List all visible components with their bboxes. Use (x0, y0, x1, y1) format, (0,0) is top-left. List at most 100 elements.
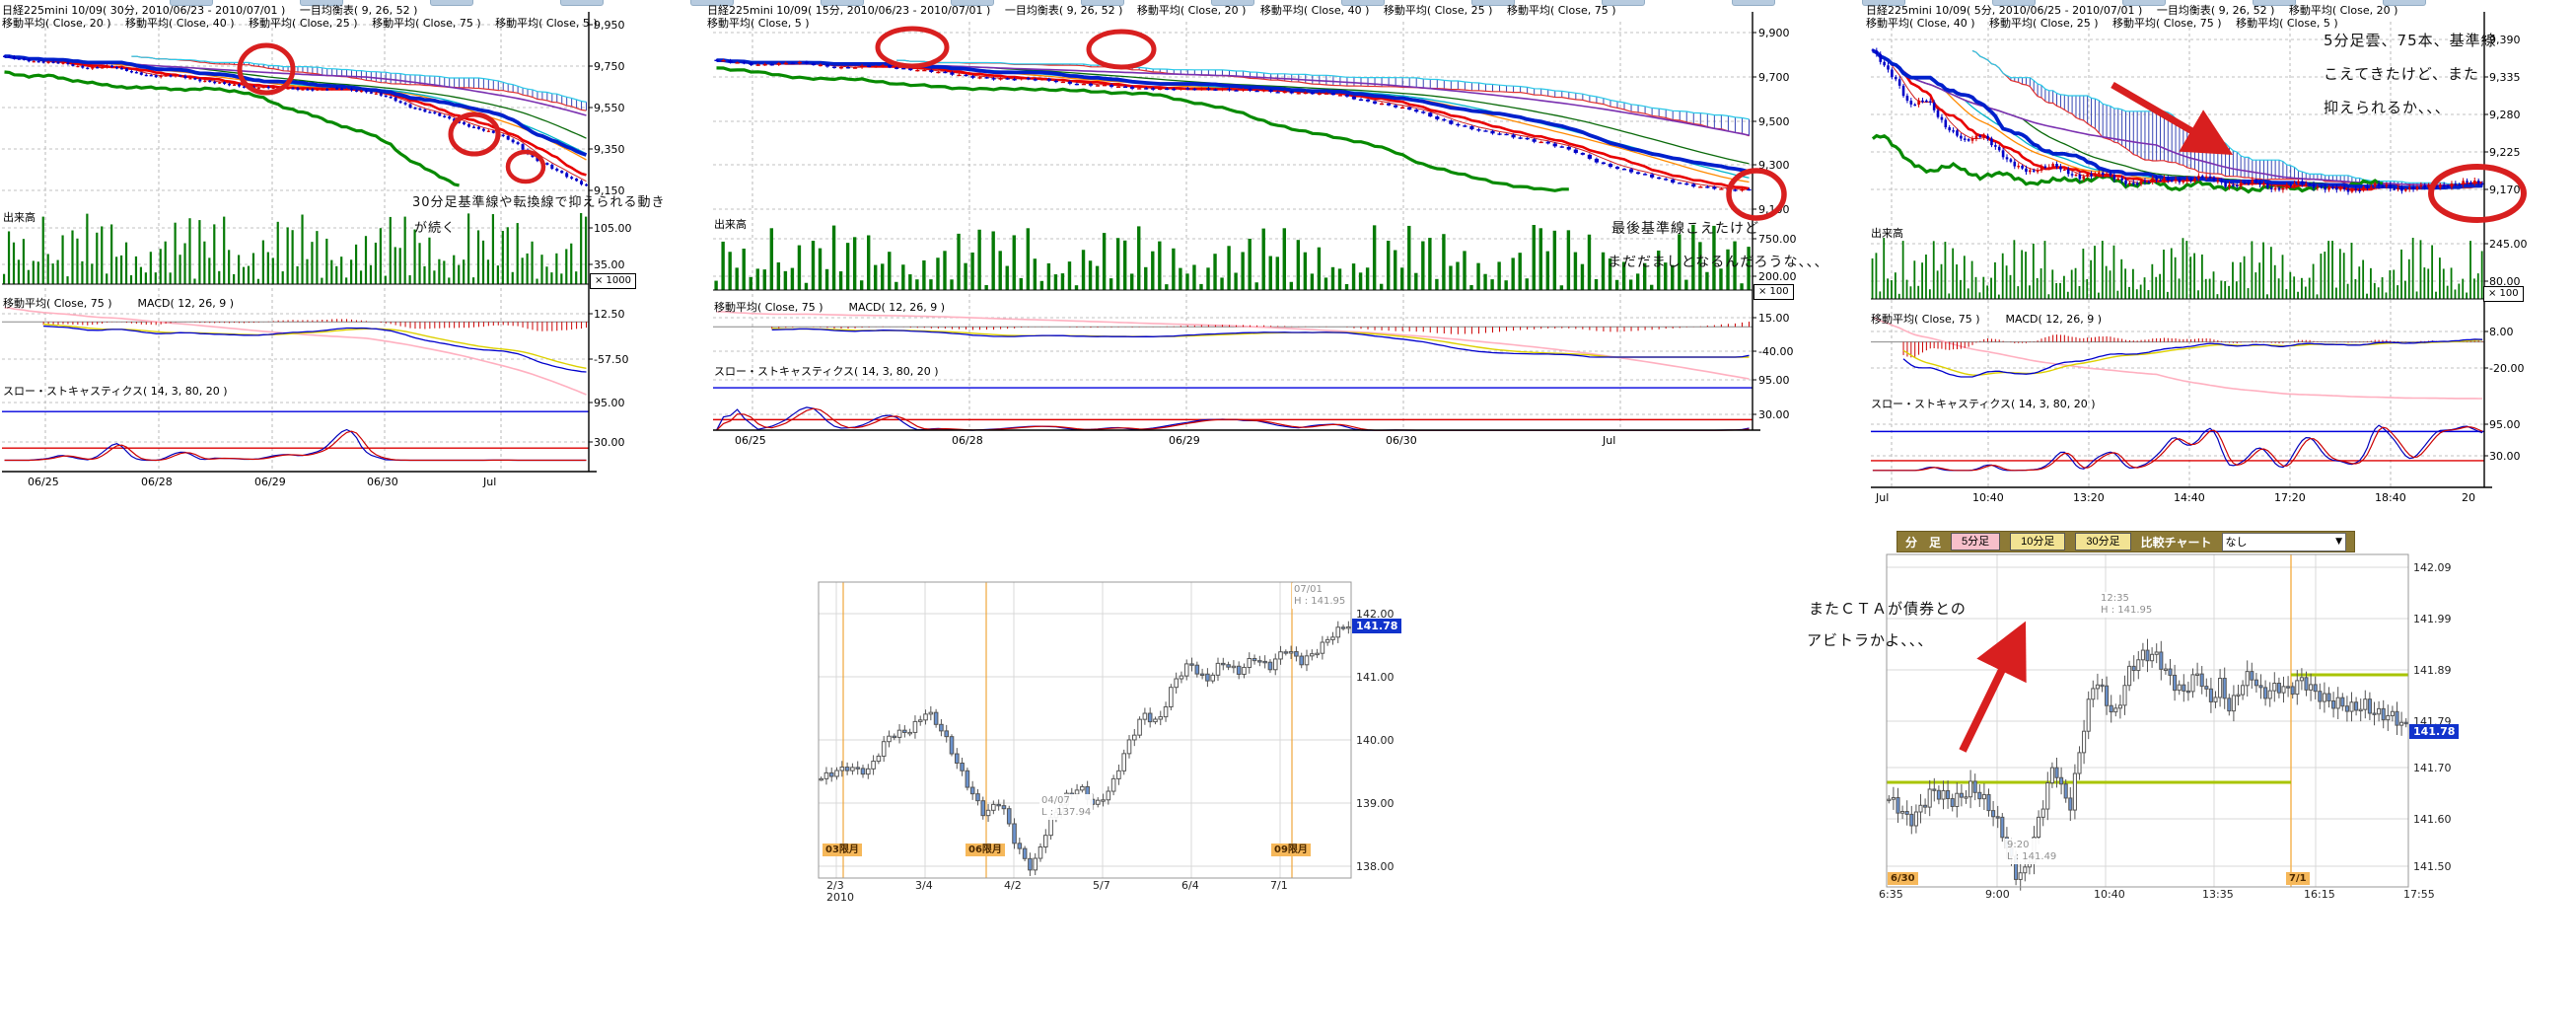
note-30min-line1: 30分足基準線や転換線で抑えられる動き (412, 191, 666, 210)
stoch-panel-label: スロー・ストキャスティクス( 14, 3, 80, 20 ) (714, 363, 939, 379)
svg-text:141.00: 141.00 (1356, 671, 1395, 684)
macd-panel-labels: 移動平均( Close, 75 ) MACD( 12, 26, 9 ) (714, 299, 970, 315)
svg-text:9,300: 9,300 (1758, 159, 1790, 172)
svg-text:6:35: 6:35 (1879, 888, 1903, 901)
stoch-panel-label: スロー・ストキャスティクス( 14, 3, 80, 20 ) (1871, 396, 2096, 411)
macd-ma-label: 移動平均( Close, 75 ) (1871, 313, 1980, 326)
session-label-630: 6/30 (1888, 872, 1918, 885)
svg-text:06/30: 06/30 (367, 476, 398, 488)
low-tooltip: 04/07 L : 137.94 (1039, 794, 1093, 820)
svg-text:95.00: 95.00 (594, 397, 625, 409)
svg-text:139.00: 139.00 (1356, 797, 1395, 810)
svg-text:141.50: 141.50 (2413, 860, 2452, 873)
volume-multiplier-box: × 100 (1753, 284, 1794, 300)
svg-text:06/29: 06/29 (254, 476, 286, 488)
svg-text:9,700: 9,700 (1758, 71, 1790, 84)
note-15min-line2: まだだましとなるんだろうな、、、 (1608, 252, 1828, 271)
chart-header-line2: 移動平均( Close, 20 ) 移動平均( Close, 40 ) 移動平均… (2, 15, 639, 31)
svg-text:06/30: 06/30 (1386, 434, 1417, 447)
svg-text:750.00: 750.00 (1758, 233, 1797, 246)
svg-text:9,750: 9,750 (594, 60, 625, 73)
svg-text:9,170: 9,170 (2489, 184, 2521, 196)
svg-text:200.00: 200.00 (1758, 270, 1797, 283)
svg-text:9,280: 9,280 (2489, 109, 2521, 121)
svg-text:17:55: 17:55 (2403, 888, 2435, 901)
svg-text:06/29: 06/29 (1169, 434, 1200, 447)
svg-text:06/25: 06/25 (735, 434, 766, 447)
svg-text:5/7: 5/7 (1093, 879, 1110, 892)
note-5min-line2: こえてきたけど、また (2324, 63, 2479, 84)
svg-text:141.60: 141.60 (2413, 813, 2452, 826)
chart-nikkei-30min: 9,9509,7509,5509,3509,150105.0035.0012.5… (0, 0, 643, 509)
note-bond-line2: アビトラかよ、、、 (1807, 629, 1933, 650)
svg-text:2010: 2010 (826, 891, 854, 904)
svg-text:9:00: 9:00 (1985, 888, 2010, 901)
svg-text:141.70: 141.70 (2413, 762, 2452, 774)
chart-bond-intraday: 分 足 5分足 10分足 30分足 比較チャート なし ▼ 142.09141.… (1805, 531, 2495, 929)
volume-panel-label: 出来高 (1871, 225, 1903, 241)
svg-text:95.00: 95.00 (2489, 418, 2521, 431)
svg-text:140.00: 140.00 (1356, 734, 1395, 747)
svg-text:Jul: Jul (1602, 434, 1615, 447)
svg-text:Jul: Jul (482, 476, 496, 488)
svg-text:Jul: Jul (1875, 491, 1889, 504)
low-tooltip-value: L : 137.94 (1041, 807, 1091, 819)
svg-text:3/4: 3/4 (915, 879, 933, 892)
svg-text:9,350: 9,350 (594, 143, 625, 156)
svg-text:9,100: 9,100 (1758, 203, 1790, 216)
macd-label: MACD( 12, 26, 9 ) (849, 301, 946, 314)
high-tooltip-time: 12:35 (2101, 593, 2152, 605)
chart-bond-daily: 142.00141.00140.00139.00138.002/33/44/25… (817, 577, 1398, 922)
stoch-panel-label: スロー・ストキャスティクス( 14, 3, 80, 20 ) (3, 383, 228, 399)
last-price-badge: 141.78 (1352, 619, 1401, 633)
high-tooltip-value: H : 141.95 (2101, 605, 2152, 617)
note-5min-line3: 抑えられるか、、、 (2324, 97, 2451, 117)
macd-panel-labels: 移動平均( Close, 75 )MACD( 12, 26, 9 ) (1871, 311, 2127, 327)
high-tooltip: 12:35 H : 141.95 (2099, 592, 2154, 618)
volume-multiplier-box: × 1000 (590, 273, 636, 289)
screenshot-canvas: 9,9509,7509,5509,3509,150105.0035.0012.5… (0, 0, 2576, 1028)
chart-bond-daily-plot[interactable]: 142.00141.00140.00139.00138.002/33/44/25… (817, 577, 1398, 922)
svg-text:141.89: 141.89 (2413, 664, 2452, 677)
low-tooltip-time: 04/07 (1041, 795, 1091, 807)
note-bond-line1: またＣＴＡが債券との (1809, 598, 1967, 619)
note-15min-line1: 最後基準線こえたけど (1611, 218, 1759, 238)
svg-text:16:15: 16:15 (2304, 888, 2335, 901)
macd-panel-labels: 移動平均( Close, 75 ) MACD( 12, 26, 9 ) (3, 295, 259, 311)
svg-text:15.00: 15.00 (1758, 312, 1790, 325)
svg-text:6/4: 6/4 (1181, 879, 1199, 892)
svg-text:13:35: 13:35 (2202, 888, 2234, 901)
session-label-71: 7/1 (2286, 872, 2310, 885)
chart-header-line2: 移動平均( Close, 5 ) (707, 15, 1800, 31)
svg-text:141.99: 141.99 (2413, 613, 2452, 625)
svg-text:4/2: 4/2 (1004, 879, 1022, 892)
macd-ma-label: 移動平均( Close, 75 ) (714, 301, 823, 314)
macd-label: MACD( 12, 26, 9 ) (138, 297, 235, 310)
chart-nikkei-30min-plot[interactable]: 9,9509,7509,5509,3509,150105.0035.0012.5… (0, 0, 643, 509)
svg-text:10:40: 10:40 (2094, 888, 2125, 901)
svg-text:105.00: 105.00 (594, 222, 632, 235)
note-5min-line1: 5分足雲、75本、基準線 (2324, 30, 2497, 50)
svg-text:8.00: 8.00 (2489, 326, 2514, 338)
expiry-marker-03: 03限月 (823, 844, 862, 856)
high-tooltip-value: H : 141.95 (1294, 596, 1345, 608)
svg-text:9,550: 9,550 (594, 102, 625, 114)
volume-multiplier-box: × 100 (2483, 286, 2524, 302)
low-tooltip-time: 9:20 (2007, 840, 2056, 851)
high-tooltip-time: 07/01 (1294, 584, 1345, 596)
svg-text:30.00: 30.00 (1758, 408, 1790, 421)
svg-text:12.50: 12.50 (594, 308, 625, 321)
low-tooltip: 9:20 L : 141.49 (2005, 839, 2058, 864)
svg-text:14:40: 14:40 (2174, 491, 2205, 504)
volume-panel-label: 出来高 (3, 209, 36, 225)
svg-text:30.00: 30.00 (2489, 450, 2521, 463)
svg-text:20: 20 (2462, 491, 2475, 504)
svg-text:06/28: 06/28 (141, 476, 173, 488)
svg-text:9,225: 9,225 (2489, 146, 2521, 159)
expiry-marker-06: 06限月 (966, 844, 1005, 856)
svg-text:30.00: 30.00 (594, 436, 625, 449)
macd-ma-label: 移動平均( Close, 75 ) (3, 297, 112, 310)
chart-bond-intraday-plot[interactable]: 142.09141.99141.89141.79141.70141.60141.… (1805, 531, 2495, 929)
svg-text:138.00: 138.00 (1356, 860, 1395, 873)
svg-text:-40.00: -40.00 (1758, 345, 1793, 358)
